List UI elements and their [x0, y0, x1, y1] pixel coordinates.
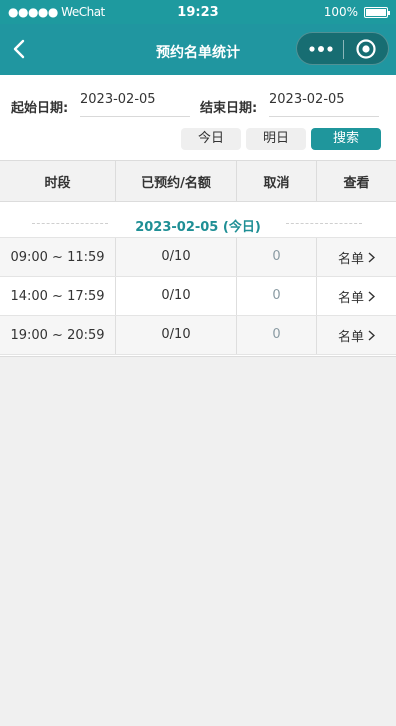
battery-indicator: 100% [323, 5, 390, 19]
header: ●●●●● WeChat 19:23 100% 预约名单统计 [0, 0, 396, 75]
battery-percent: 100% [323, 5, 358, 19]
view-list-link[interactable]: 名单 [317, 316, 396, 354]
cancel-count-cell: 0 [237, 238, 317, 276]
header-time-slot: 时段 [0, 161, 116, 201]
time-slot-cell: 09:00 ~ 11:59 [0, 238, 116, 276]
date-group-row: 2023-02-05 (今日) [0, 202, 396, 238]
empty-content-area [0, 356, 396, 726]
start-date-field[interactable]: 2023-02-05 [80, 89, 190, 117]
table-row: 09:00 ~ 11:59 0/10 0 名单 [0, 238, 396, 277]
view-list-label: 名单 [337, 251, 364, 267]
today-button[interactable]: 今日 [181, 128, 241, 150]
divider-right [286, 223, 362, 224]
time-slot-cell: 14:00 ~ 17:59 [0, 277, 116, 315]
more-menu-icon[interactable] [309, 46, 333, 52]
view-list-link[interactable]: 名单 [317, 277, 396, 315]
header-cancel: 取消 [237, 161, 317, 201]
chevron-right-icon [368, 251, 375, 263]
time-slot-cell: 19:00 ~ 20:59 [0, 316, 116, 354]
table-row: 19:00 ~ 20:59 0/10 0 名单 [0, 316, 396, 355]
header-booked-quota: 已预约/名额 [116, 161, 237, 201]
end-date-label: 结束日期: [200, 101, 258, 116]
cancel-count-cell: 0 [237, 277, 317, 315]
tomorrow-button[interactable]: 明日 [246, 128, 306, 150]
mini-program-capsule [296, 32, 389, 65]
status-bar: ●●●●● WeChat 19:23 100% [0, 0, 396, 24]
date-filter-panel: 起始日期: 2023-02-05 结束日期: 2023-02-05 今日 明日 … [0, 75, 396, 160]
navigation-bar: 预约名单统计 [0, 24, 396, 75]
table-body: 09:00 ~ 11:59 0/10 0 名单 14:00 ~ 17:59 0/… [0, 238, 396, 355]
table-header: 时段 已预约/名额 取消 查看 [0, 160, 396, 202]
chevron-right-icon [368, 290, 375, 302]
cancel-count-cell: 0 [237, 316, 317, 354]
header-view: 查看 [343, 175, 370, 191]
view-list-label: 名单 [337, 329, 364, 345]
capsule-divider [343, 40, 344, 59]
booked-quota-cell: 0/10 [116, 316, 237, 354]
view-list-label: 名单 [337, 290, 364, 306]
booked-quota-cell: 0/10 [116, 277, 237, 315]
search-button[interactable]: 搜索 [311, 128, 381, 150]
start-date-label: 起始日期: [11, 101, 69, 116]
booked-quota-cell: 0/10 [116, 238, 237, 276]
close-miniprogram-icon[interactable] [355, 38, 377, 60]
view-list-link[interactable]: 名单 [317, 238, 396, 276]
end-date-field[interactable]: 2023-02-05 [269, 89, 379, 117]
date-group-label: 2023-02-05 (今日) [135, 220, 261, 235]
table-row: 14:00 ~ 17:59 0/10 0 名单 [0, 277, 396, 316]
battery-icon [364, 6, 390, 18]
chevron-right-icon [368, 329, 375, 341]
